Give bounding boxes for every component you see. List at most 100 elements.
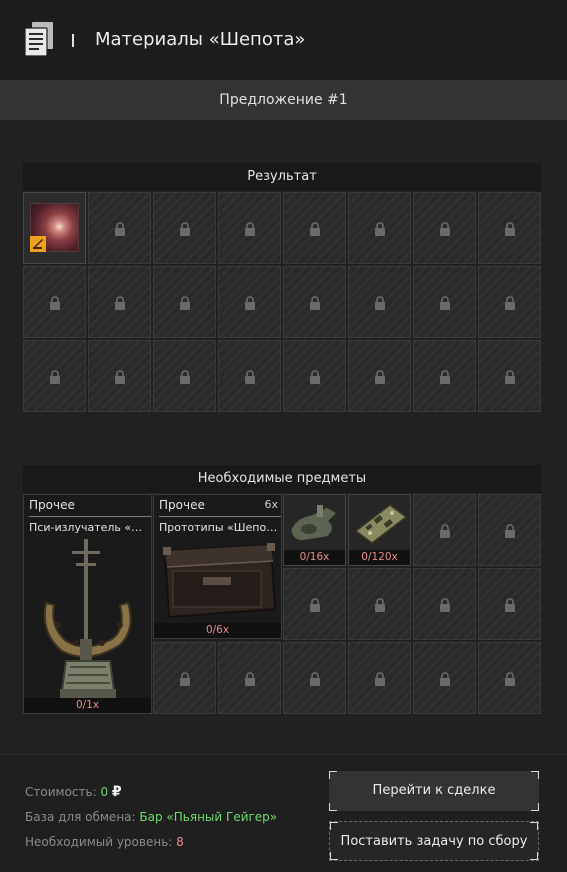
locked-slot <box>478 192 541 264</box>
base-label: База для обмена: <box>25 810 136 824</box>
crate-icon <box>159 537 279 625</box>
page-title: Материалы «Шепота» <box>95 29 306 50</box>
required-item-psi-emitter[interactable]: Прочее Пси-излучатель «Шепота» 0/1x <box>23 494 152 714</box>
lock-icon <box>504 370 516 384</box>
lock-icon <box>504 672 516 686</box>
cost-value: 0 <box>100 785 109 799</box>
result-item-slot[interactable] <box>23 192 86 264</box>
blueprint-badge-icon <box>30 236 46 252</box>
locked-slot <box>283 642 346 714</box>
lock-icon <box>374 672 386 686</box>
locked-slot <box>348 642 411 714</box>
locked-slot <box>88 340 151 412</box>
locked-slot <box>348 192 411 264</box>
lock-icon <box>374 296 386 310</box>
lock-icon <box>309 672 321 686</box>
locked-slot <box>348 266 411 338</box>
lock-icon <box>244 296 256 310</box>
locked-slot <box>413 642 476 714</box>
item-count: 0/1x <box>24 698 151 713</box>
item-count: 0/120x <box>349 550 410 565</box>
item-count: 0/16x <box>284 550 345 565</box>
set-task-label: Поставить задачу по сбору <box>340 834 528 849</box>
locked-slot <box>283 192 346 264</box>
lock-icon <box>114 296 126 310</box>
lock-icon <box>439 296 451 310</box>
locked-slot <box>478 494 541 566</box>
base-row: База для обмена: Бар «Пьяный Гейгер» <box>25 810 277 824</box>
set-task-button[interactable]: Поставить задачу по сбору <box>329 821 539 861</box>
device-part-icon <box>287 499 343 551</box>
locked-slot <box>413 192 476 264</box>
lock-icon <box>374 598 386 612</box>
lock-icon <box>309 598 321 612</box>
lock-icon <box>114 222 126 236</box>
locked-slot <box>283 266 346 338</box>
required-section-title: Необходимые предметы <box>23 465 541 493</box>
offer-tab[interactable]: Предложение #1 <box>0 80 567 120</box>
divider <box>159 516 281 517</box>
locked-slot <box>348 340 411 412</box>
lock-icon <box>179 296 191 310</box>
lock-icon <box>439 524 451 538</box>
locked-slot <box>153 340 216 412</box>
locked-slot <box>478 568 541 640</box>
required-item-circuit-board[interactable]: 0/120x <box>348 494 411 566</box>
header-divider <box>72 34 74 47</box>
lock-icon <box>439 598 451 612</box>
item-category: Прочее <box>159 498 205 512</box>
locked-slot <box>153 192 216 264</box>
lock-icon <box>179 370 191 384</box>
locked-slot <box>153 642 216 714</box>
lock-icon <box>504 598 516 612</box>
locked-slot <box>23 340 86 412</box>
lock-icon <box>439 370 451 384</box>
required-item-device-part[interactable]: 0/16x <box>283 494 346 566</box>
cost-label: Стоимость: <box>25 785 97 799</box>
lock-icon <box>179 672 191 686</box>
required-item-prototypes[interactable]: Прочее 6x Прототипы «Шепота» 0/6x <box>153 494 282 639</box>
lock-icon <box>244 672 256 686</box>
divider <box>29 516 151 517</box>
lock-icon <box>309 296 321 310</box>
psi-emitter-icon <box>32 533 144 705</box>
locked-slot <box>88 192 151 264</box>
lock-icon <box>309 370 321 384</box>
lock-icon <box>114 370 126 384</box>
lock-icon <box>374 222 386 236</box>
base-value: Бар «Пьяный Гейгер» <box>139 810 278 824</box>
lock-icon <box>49 296 61 310</box>
locked-slot <box>283 340 346 412</box>
go-to-deal-button[interactable]: Перейти к сделке <box>329 771 539 811</box>
locked-slot <box>413 494 476 566</box>
lock-icon <box>504 222 516 236</box>
level-label: Необходимый уровень: <box>25 835 173 849</box>
lock-icon <box>504 524 516 538</box>
lock-icon <box>244 222 256 236</box>
item-count: 0/6x <box>154 623 281 638</box>
go-to-deal-label: Перейти к сделке <box>372 783 496 798</box>
locked-slot <box>413 568 476 640</box>
circuit-board-icon <box>352 501 408 551</box>
lock-icon <box>504 296 516 310</box>
locked-slot <box>23 266 86 338</box>
level-row: Необходимый уровень: 8 <box>25 835 184 849</box>
lock-icon <box>49 370 61 384</box>
result-section-title: Результат <box>23 163 541 191</box>
lock-icon <box>374 370 386 384</box>
item-quantity: 6x <box>264 498 278 511</box>
locked-slot <box>283 568 346 640</box>
locked-slot <box>153 266 216 338</box>
locked-slot <box>478 340 541 412</box>
locked-slot <box>478 266 541 338</box>
locked-slot <box>88 266 151 338</box>
locked-slot <box>413 340 476 412</box>
ruble-icon: ₽ <box>111 784 122 800</box>
locked-slot <box>348 568 411 640</box>
level-value: 8 <box>176 835 184 849</box>
locked-slot <box>218 642 281 714</box>
locked-slot <box>478 642 541 714</box>
lock-icon <box>179 222 191 236</box>
locked-slot <box>413 266 476 338</box>
lock-icon <box>309 222 321 236</box>
